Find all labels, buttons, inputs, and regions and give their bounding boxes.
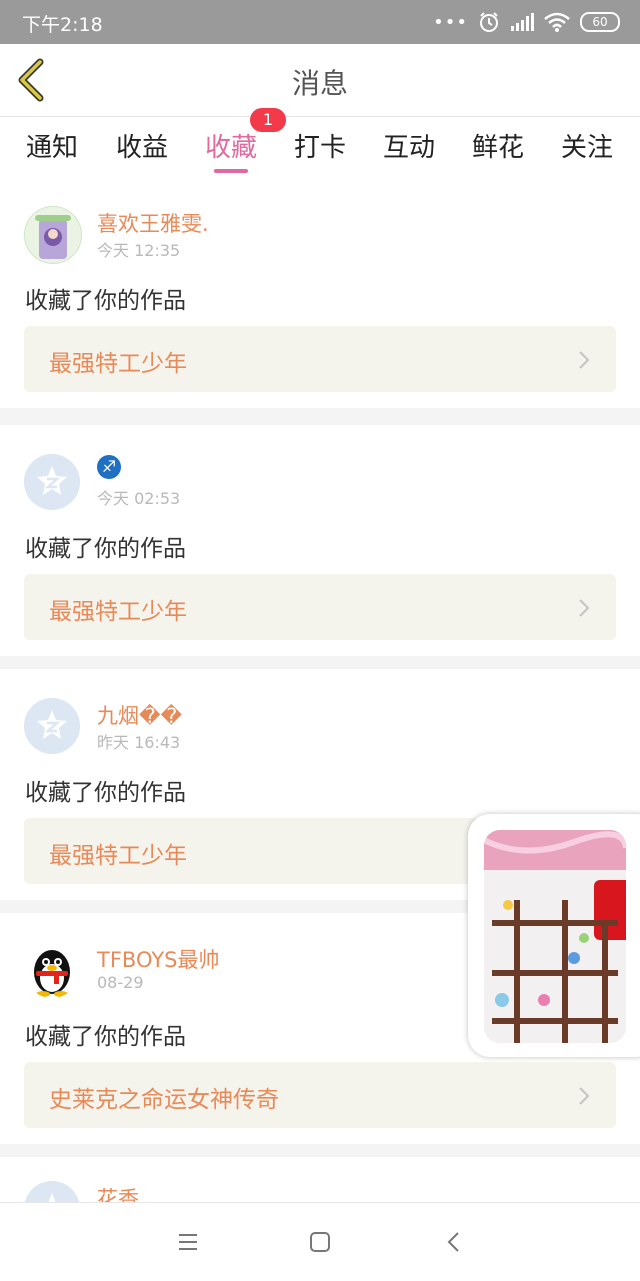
tab-follow[interactable]: 关注 (547, 127, 627, 173)
timestamp: 今天 12:35 (97, 241, 181, 260)
username[interactable]: TFBOYS最帅 (97, 944, 219, 974)
work-link[interactable]: 最强特工少年 (24, 574, 616, 640)
username[interactable]: 喜欢王雅雯. (97, 208, 209, 238)
qq-penguin-avatar (34, 950, 70, 997)
signal-icon (511, 13, 534, 31)
alarm-icon (480, 12, 498, 32)
chevron-right-icon (579, 351, 590, 369)
action-text: 收藏了你的作品 (25, 1024, 186, 1050)
tab-interaction[interactable]: 互动 (369, 127, 449, 173)
battery-icon: 60 (580, 12, 620, 32)
status-icons: ••• 60 (433, 9, 620, 35)
tab-notification[interactable]: 通知 (12, 127, 92, 173)
tab-checkin[interactable]: 打卡 (280, 127, 360, 173)
tab-income[interactable]: 收益 (102, 127, 182, 173)
video-preview (484, 830, 626, 1043)
avatar[interactable] (24, 942, 80, 998)
list-item: ♐ 今天 02:53 收藏了你的作品 最强特工少年 (0, 425, 640, 656)
menu-icon[interactable] (175, 1229, 201, 1255)
wifi-icon (544, 12, 570, 32)
avatar-image (25, 207, 81, 263)
timestamp: 昨天 16:43 (97, 733, 181, 752)
back-icon[interactable] (441, 1229, 467, 1255)
tab-bar: 通知 收益 收藏 打卡 互动 鲜花 关注 (0, 117, 640, 177)
timestamp: 今天 02:53 (97, 489, 181, 508)
avatar[interactable] (24, 454, 80, 510)
timestamp: 08-29 (97, 973, 144, 992)
more-dots: ••• (433, 11, 468, 33)
active-tab-indicator (214, 169, 248, 173)
username[interactable]: 九烟�� (97, 700, 182, 730)
unread-badge: 1 (250, 108, 286, 132)
work-title: 史莱克之命运女神传奇 (49, 1087, 279, 1113)
sagittarius-icon[interactable]: ♐ (97, 455, 121, 479)
status-bar: 下午2:18 ••• 60 (0, 0, 640, 44)
work-link[interactable]: 最强特工少年 (24, 326, 616, 392)
video-frame-image (484, 830, 626, 1043)
work-link[interactable]: 史莱克之命运女神传奇 (24, 1062, 616, 1128)
action-text: 收藏了你的作品 (25, 780, 186, 806)
chevron-right-icon (579, 1087, 590, 1105)
default-avatar-icon (24, 454, 80, 510)
action-text: 收藏了你的作品 (25, 288, 186, 314)
status-time: 下午2:18 (22, 14, 103, 36)
work-title: 最强特工少年 (49, 599, 187, 625)
action-text: 收藏了你的作品 (25, 536, 186, 562)
system-nav-bar (0, 1202, 640, 1281)
home-square-icon[interactable] (307, 1229, 333, 1255)
list-item: 喜欢王雅雯. 今天 12:35 收藏了你的作品 最强特工少年 (0, 177, 640, 408)
tab-favorites-label: 收藏 (204, 133, 257, 163)
default-avatar-icon (24, 698, 80, 754)
avatar[interactable] (24, 698, 80, 754)
app-header: 消息 (0, 44, 640, 117)
tab-favorites[interactable]: 收藏 (191, 127, 271, 173)
chevron-right-icon (579, 599, 590, 617)
tab-flowers[interactable]: 鲜花 (458, 127, 538, 173)
floating-video-window[interactable] (468, 814, 640, 1057)
work-title: 最强特工少年 (49, 351, 187, 377)
work-title: 最强特工少年 (49, 843, 187, 869)
avatar[interactable] (24, 206, 82, 264)
page-title: 消息 (291, 67, 348, 100)
